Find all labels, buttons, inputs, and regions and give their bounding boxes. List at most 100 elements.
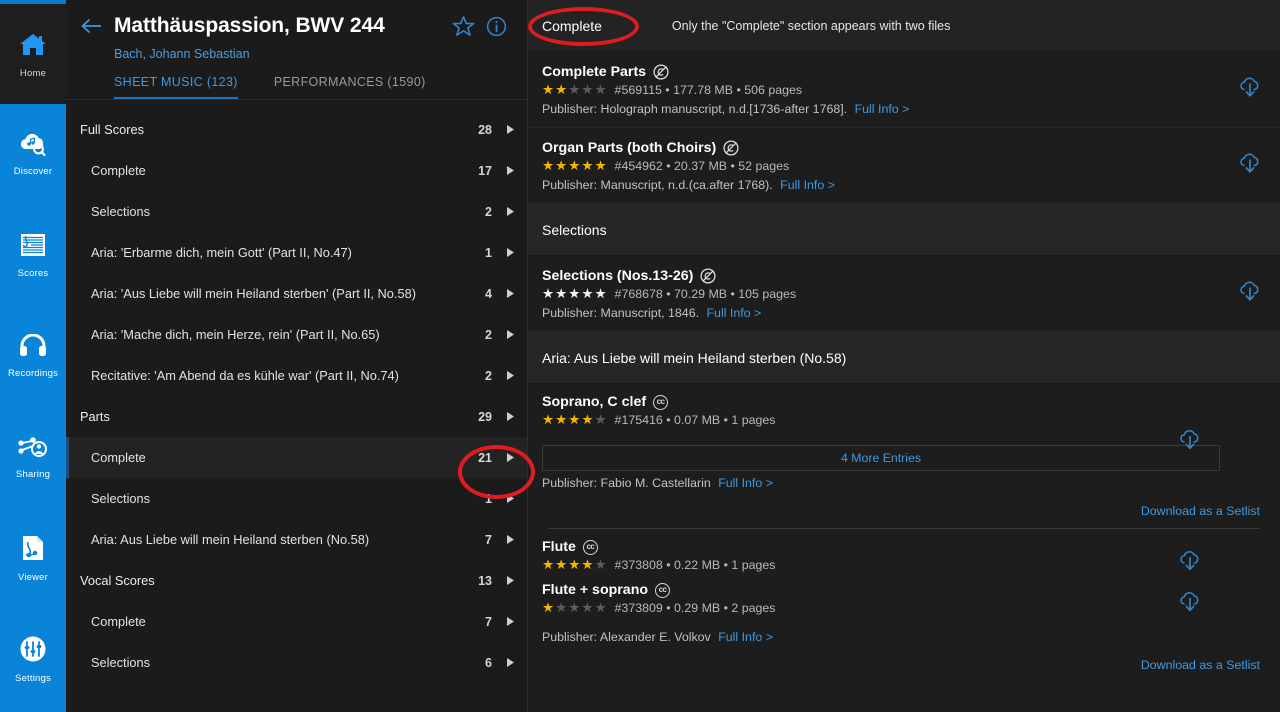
tree-row-count: 6 <box>485 655 492 670</box>
full-info-link[interactable]: Full Info > <box>718 476 773 490</box>
tree-row[interactable]: Full Scores 28 <box>66 109 527 150</box>
rating-stars: ★ ★ ★ ★ ★ <box>542 287 607 301</box>
chevron-right-icon[interactable] <box>506 247 515 258</box>
nav-item-settings[interactable]: Settings <box>0 609 66 710</box>
star-icon: ★ <box>581 286 594 302</box>
star-icon: ★ <box>542 600 555 616</box>
results-panel: Complete Only the "Complete" section app… <box>528 0 1280 712</box>
chevron-right-icon[interactable] <box>506 452 515 463</box>
work-header-actions <box>452 15 509 37</box>
chevron-right-icon[interactable] <box>506 329 515 340</box>
tree-row-label: Full Scores <box>80 122 145 137</box>
chevron-right-icon[interactable] <box>506 206 515 217</box>
more-entries-label: 4 More Entries <box>841 451 921 465</box>
star-icon: ★ <box>581 412 594 428</box>
download-setlist-link[interactable]: Download as a Setlist <box>1141 504 1260 518</box>
section-title: Aria: Aus Liebe will mein Heiland sterbe… <box>542 349 847 366</box>
tree-row[interactable]: Selections 6 <box>66 642 527 683</box>
chevron-right-icon[interactable] <box>506 493 515 504</box>
result-entry[interactable]: Soprano, C clef cc ★ ★ ★ ★ ★ #175416 • 0.07 … <box>542 394 1220 450</box>
tree-row[interactable]: Complete 7 <box>66 601 527 642</box>
chevron-right-icon[interactable] <box>506 575 515 586</box>
tree-row-count: 1 <box>485 245 492 260</box>
nav-label-home: Home <box>19 67 47 79</box>
tree-row-label: Vocal Scores <box>80 573 155 588</box>
cloud-download-icon[interactable] <box>1238 75 1262 104</box>
star-icon: ★ <box>594 412 607 428</box>
chevron-right-icon[interactable] <box>506 616 515 627</box>
result-entry[interactable]: Flute cc ★ ★ ★ ★ ★ #373808 • 0.22 MB • 1 pag… <box>542 539 1220 582</box>
chevron-right-icon[interactable] <box>506 124 515 135</box>
tree-row[interactable]: Selections 1 <box>66 478 527 519</box>
tree-row[interactable]: Aria: Aus Liebe will mein Heiland sterbe… <box>66 519 527 560</box>
star-icon: ★ <box>555 412 568 428</box>
tab-sheet-music[interactable]: SHEET MUSIC (123) <box>114 75 238 99</box>
chevron-right-icon[interactable] <box>506 411 515 422</box>
star-icon: ★ <box>581 600 594 616</box>
nav-item-viewer[interactable]: Viewer <box>0 508 66 609</box>
full-info-link[interactable]: Full Info > <box>855 102 910 116</box>
discover-icon <box>18 132 48 161</box>
result-entry[interactable]: Organ Parts (both Choirs) ★ ★ ★ ★ ★ #454962 … <box>528 128 1280 204</box>
application-window: Home Discover Scores Recordings Sharing … <box>0 0 1280 712</box>
tree-row[interactable]: Recitative: 'Am Abend da es kühle war' (… <box>66 355 527 396</box>
result-entry[interactable]: Flute + soprano cc ★ ★ ★ ★ ★ #373809 • 0.29 … <box>542 582 1220 625</box>
cloud-download-icon[interactable] <box>1238 279 1262 308</box>
tree-row-count: 7 <box>485 614 492 629</box>
section-title: Complete <box>542 17 602 34</box>
back-arrow-icon[interactable] <box>80 15 102 37</box>
info-circle-icon[interactable] <box>486 16 507 37</box>
home-icon <box>18 32 48 63</box>
section-header-selections: Selections <box>528 204 1280 256</box>
tree-row[interactable]: Complete 17 <box>66 150 527 191</box>
download-setlist-link[interactable]: Download as a Setlist <box>1141 658 1260 672</box>
nav-item-discover[interactable]: Discover <box>0 104 66 205</box>
full-info-link[interactable]: Full Info > <box>780 178 835 192</box>
main-nav-rail: Home Discover Scores Recordings Sharing … <box>0 0 66 712</box>
tree-row[interactable]: Selections 2 <box>66 191 527 232</box>
nav-item-scores[interactable]: Scores <box>0 205 66 306</box>
tree-row[interactable]: Aria: 'Aus Liebe will mein Heiland sterb… <box>66 273 527 314</box>
tab-performances[interactable]: PERFORMANCES (1590) <box>274 75 426 99</box>
tree-row[interactable]: Complete 21 <box>66 437 527 478</box>
chevron-right-icon[interactable] <box>506 370 515 381</box>
entry-title-row: Flute + soprano cc <box>542 582 1220 598</box>
star-icon: ★ <box>555 82 568 98</box>
creative-commons-icon: cc <box>653 394 669 410</box>
creative-commons-icon: cc <box>655 582 671 598</box>
nav-item-sharing[interactable]: Sharing <box>0 407 66 508</box>
nav-item-recordings[interactable]: Recordings <box>0 306 66 407</box>
tree-row[interactable]: Parts 29 <box>66 396 527 437</box>
result-entry[interactable]: Selections (Nos.13-26) ★ ★ ★ ★ ★ #768678 • 7… <box>528 256 1280 332</box>
cloud-download-icon[interactable] <box>1178 549 1202 578</box>
full-info-link[interactable]: Full Info > <box>718 630 773 644</box>
rating-stars: ★ ★ ★ ★ ★ <box>542 413 607 427</box>
entry-meta: #454962 • 20.37 MB • 52 pages <box>614 159 790 173</box>
tree-row-count: 28 <box>478 122 492 137</box>
more-entries-button[interactable]: 4 More Entries <box>542 445 1220 471</box>
chevron-right-icon[interactable] <box>506 534 515 545</box>
nav-label-viewer: Viewer <box>17 572 49 583</box>
tree-row[interactable]: Aria: 'Mache dich, mein Herze, rein' (Pa… <box>66 314 527 355</box>
work-title-row: Matthäuspassion, BWV 244 <box>80 14 509 38</box>
result-entry[interactable]: Complete Parts ★ ★ ★ ★ ★ #569115 • 177.78 MB… <box>528 52 1280 128</box>
full-info-link[interactable]: Full Info > <box>706 306 761 320</box>
entry-meta-row: ★ ★ ★ ★ ★ #768678 • 70.29 MB • 105 pages <box>542 287 1220 301</box>
cloud-download-icon[interactable] <box>1178 590 1202 619</box>
cloud-download-icon[interactable] <box>1178 428 1202 457</box>
entry-meta: #373809 • 0.29 MB • 2 pages <box>614 601 776 615</box>
tree-row-label: Recitative: 'Am Abend da es kühle war' (… <box>91 368 399 383</box>
star-icon: ★ <box>581 82 594 98</box>
cloud-download-icon[interactable] <box>1238 151 1262 180</box>
tree-row[interactable]: Vocal Scores 13 <box>66 560 527 601</box>
chevron-right-icon[interactable] <box>506 288 515 299</box>
tree-row-label: Selections <box>91 491 151 506</box>
entry-publisher-row: Publisher: Manuscript, n.d.(ca.after 176… <box>542 178 1220 192</box>
chevron-right-icon[interactable] <box>506 165 515 176</box>
tree-row[interactable]: Aria: 'Erbarme dich, mein Gott' (Part II… <box>66 232 527 273</box>
composer-link[interactable]: Bach, Johann Sebastian <box>114 47 509 61</box>
chevron-right-icon[interactable] <box>506 657 515 668</box>
star-outline-icon[interactable] <box>452 15 475 37</box>
nav-item-home[interactable]: Home <box>0 0 66 104</box>
star-icon: ★ <box>542 158 555 174</box>
